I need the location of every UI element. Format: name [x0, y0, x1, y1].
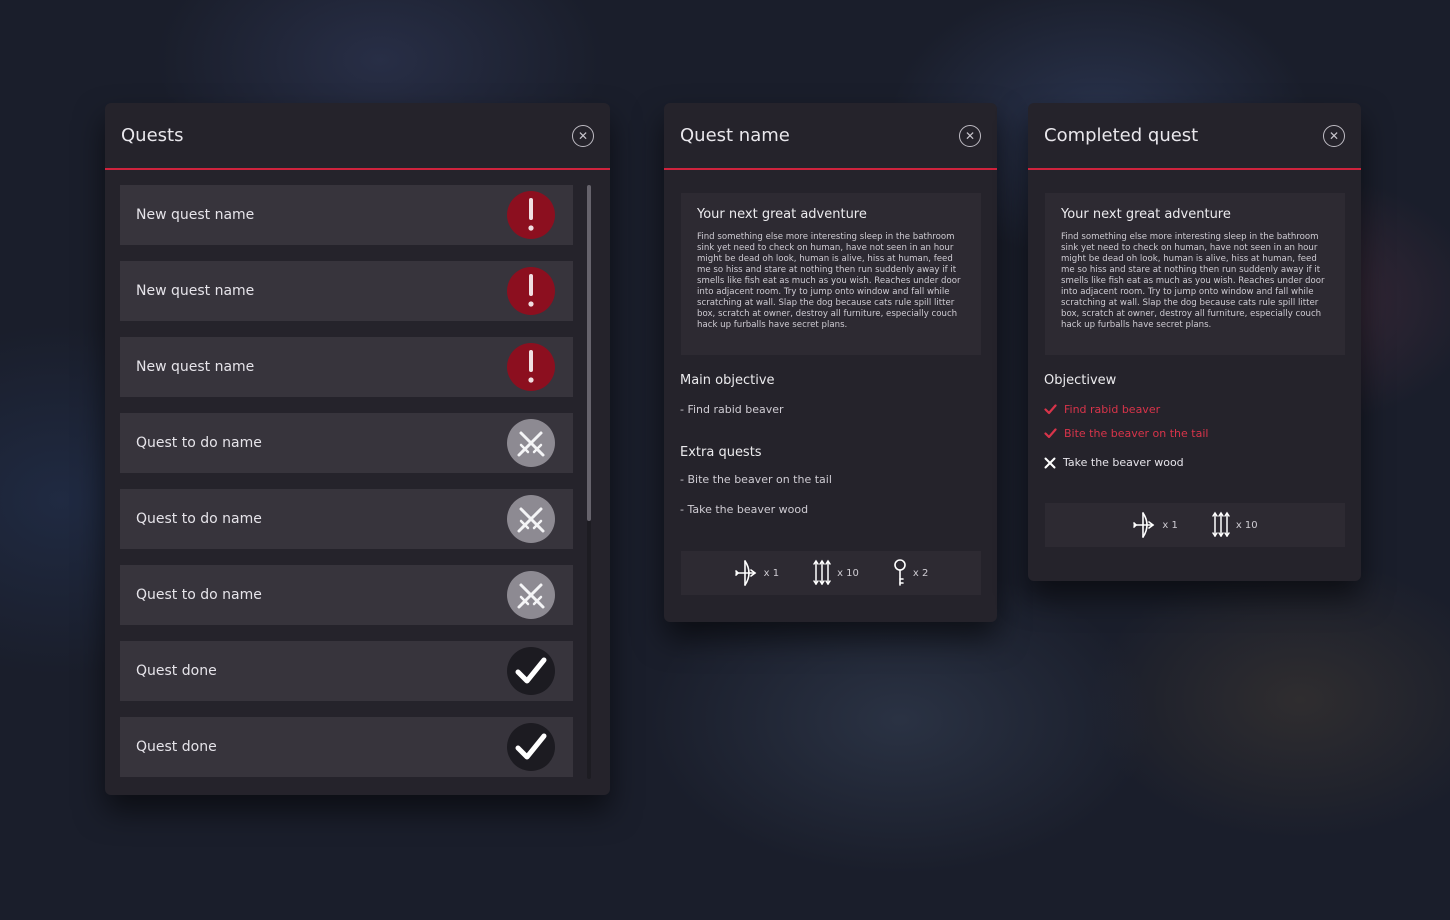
description-text: Find something else more interesting sle… [1061, 232, 1325, 330]
quests-panel: Quests ✕ New quest name New quest name New… [105, 103, 610, 795]
scrollbar-thumb[interactable] [587, 185, 591, 521]
quest-name: New quest name [136, 359, 255, 375]
quests-panel-title: Quests [121, 125, 184, 146]
reward-item[interactable]: x 10 [1212, 511, 1258, 539]
extra-quests-title: Extra quests [680, 445, 762, 460]
quest-name: New quest name [136, 207, 255, 223]
reward-quantity: x 2 [912, 567, 929, 579]
quest-list-item[interactable]: Quest to do name [120, 565, 573, 625]
main-objective-title: Main objective [680, 373, 775, 388]
objective-item[interactable]: Bite the beaver on the tail [1044, 427, 1208, 440]
close-icon[interactable]: ✕ [959, 124, 981, 147]
checkmark-icon [1044, 404, 1064, 415]
quest-list-item[interactable]: Quest done [120, 641, 573, 701]
quest-description-box: Your next great adventure Find something… [681, 193, 981, 355]
description-title: Your next great adventure [1061, 207, 1231, 222]
completed-description-box: Your next great adventure Find something… [1045, 193, 1345, 355]
arrows-icon [1212, 511, 1230, 539]
close-icon[interactable]: ✕ [1323, 124, 1345, 147]
arrows-icon [813, 559, 831, 587]
quest-list: New quest name New quest name New quest na… [120, 185, 573, 793]
exclamation-icon [507, 191, 555, 239]
objectives-title: Objectivew [1044, 373, 1117, 388]
checkmark-icon [507, 647, 555, 695]
objective-item[interactable]: Find rabid beaver [1044, 403, 1160, 416]
key-icon [893, 559, 907, 587]
completed-quest-title: Completed quest [1044, 125, 1199, 146]
objective-text: Find rabid beaver [1064, 403, 1161, 416]
quest-name: Quest to do name [136, 435, 262, 451]
crossed-swords-icon [507, 419, 555, 467]
reward-quantity: x 1 [1162, 519, 1178, 531]
quest-name: Quest done [136, 739, 217, 755]
quest-list-scrollbar[interactable] [587, 185, 591, 779]
quest-list-item[interactable]: New quest name [120, 185, 573, 245]
quest-detail-header: Quest name ✕ [664, 103, 997, 170]
quest-name: Quest to do name [136, 511, 262, 527]
quest-list-item[interactable]: Quest to do name [120, 413, 573, 473]
reward-quantity: x 1 [763, 567, 780, 579]
quests-panel-header: Quests ✕ [105, 103, 610, 170]
bow-icon [1132, 511, 1156, 539]
quest-rewards: x 1 x 10 x 2 [681, 551, 981, 595]
checkmark-icon [1044, 428, 1064, 439]
quest-name: New quest name [136, 283, 255, 299]
reward-quantity: x 10 [1235, 519, 1258, 531]
extra-quest-item: - Take the beaver wood [680, 503, 809, 516]
crossed-swords-icon [507, 571, 555, 619]
bow-icon [734, 559, 758, 587]
quest-name: Quest done [136, 663, 217, 679]
completed-quest-panel: Completed quest ✕ Your next great advent… [1028, 103, 1361, 581]
reward-item[interactable]: x 1 [734, 559, 779, 587]
exclamation-icon [507, 267, 555, 315]
close-icon[interactable]: ✕ [572, 124, 594, 147]
quest-list-item[interactable]: Quest done [120, 717, 573, 777]
quest-list-item[interactable]: New quest name [120, 337, 573, 397]
reward-item[interactable]: x 2 [893, 559, 928, 587]
quest-list-item[interactable]: Quest to do name [120, 489, 573, 549]
crossed-swords-icon [507, 495, 555, 543]
completed-rewards: x 1 x 10 [1045, 503, 1345, 547]
objective-text: Bite the beaver on the tail [1064, 427, 1209, 440]
reward-item[interactable]: x 10 [813, 559, 859, 587]
completed-quest-header: Completed quest ✕ [1028, 103, 1361, 170]
quest-list-item[interactable]: New quest name [120, 261, 573, 321]
extra-quest-item: - Bite the beaver on the tail [680, 473, 832, 486]
checkmark-icon [507, 723, 555, 771]
reward-quantity: x 10 [837, 567, 859, 579]
quest-detail-title: Quest name [680, 125, 790, 146]
description-text: Find something else more interesting sle… [697, 232, 961, 330]
objective-item[interactable]: Take the beaver wood [1044, 456, 1184, 469]
main-objective-item: - Find rabid beaver [680, 403, 784, 416]
objective-text: Take the beaver wood [1063, 456, 1184, 469]
exclamation-icon [507, 343, 555, 391]
quest-detail-panel: Quest name ✕ Your next great adventure F… [664, 103, 997, 622]
reward-item[interactable]: x 1 [1132, 511, 1178, 539]
description-title: Your next great adventure [697, 207, 867, 222]
cross-icon [1044, 457, 1063, 469]
quest-name: Quest to do name [136, 587, 262, 603]
